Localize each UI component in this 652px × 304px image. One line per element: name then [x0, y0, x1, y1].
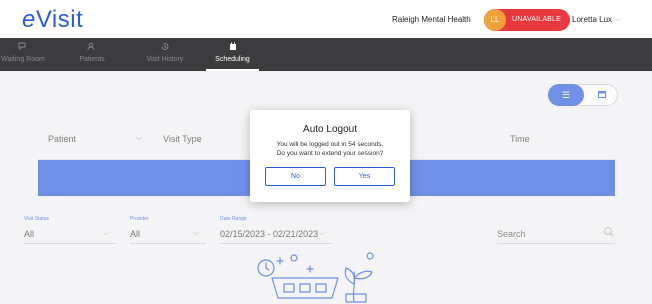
organization-selector[interactable]: Raleigh Mental Health: [392, 15, 471, 24]
nav-label: Patients: [79, 56, 105, 63]
evisit-logo[interactable]: eVisit: [22, 6, 83, 34]
nav-item-waiting-room[interactable]: Waiting Room: [0, 42, 46, 63]
nav-label: Waiting Room: [1, 56, 45, 63]
user-menu[interactable]: Loretta Lux: [572, 15, 612, 24]
nav-item-visit-history[interactable]: Visit History: [140, 42, 190, 63]
availability-status-label: UNAVAILABLE: [512, 16, 562, 23]
auto-logout-dialog: Auto Logout You will be logged out in 54…: [250, 110, 410, 202]
avatar: LL: [484, 9, 506, 31]
logo-letter: e: [22, 6, 36, 33]
dialog-message: You will be logged out in 54 seconds. Do…: [250, 141, 410, 158]
chevron-down-icon[interactable]: ⌵: [465, 14, 471, 24]
chevron-down-icon[interactable]: ⌵: [615, 14, 621, 24]
dialog-message-line: Do you want to extend your session?: [276, 149, 384, 157]
top-bar: eVisit Raleigh Mental Health ⌵ LL UNAVAI…: [0, 0, 652, 38]
history-icon: [140, 42, 190, 54]
chat-bubbles-icon: [0, 42, 46, 54]
nav-item-scheduling[interactable]: Scheduling: [206, 42, 259, 63]
dialog-title: Auto Logout: [303, 124, 357, 135]
nav-item-patients[interactable]: Patients: [72, 42, 112, 63]
main-nav: Waiting Room Patients Visit History Sche…: [0, 38, 652, 71]
nav-label: Visit History: [146, 56, 184, 63]
logo-word: Visit: [35, 6, 84, 33]
yes-button[interactable]: Yes: [334, 167, 395, 186]
dialog-message-line: You will be logged out in 54 seconds.: [276, 141, 384, 148]
users-icon: [72, 42, 112, 54]
nav-label: Scheduling: [215, 56, 250, 63]
calendar-icon: [206, 42, 259, 54]
no-button[interactable]: No: [265, 167, 326, 186]
